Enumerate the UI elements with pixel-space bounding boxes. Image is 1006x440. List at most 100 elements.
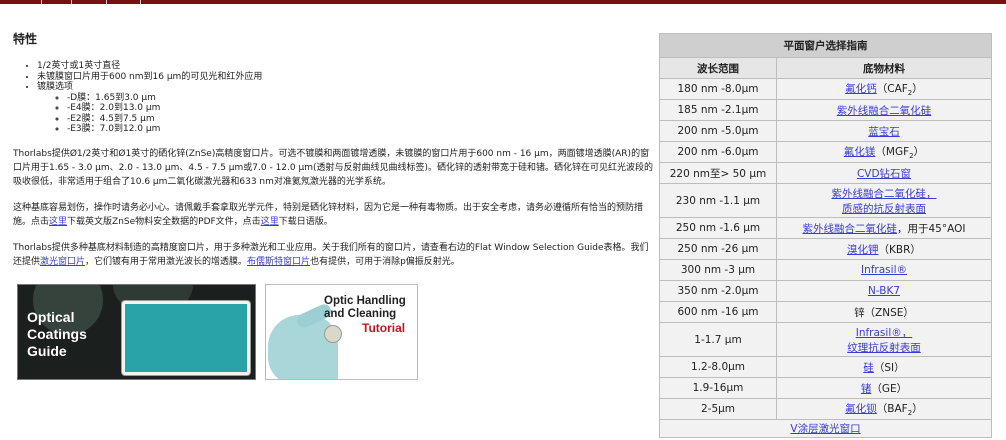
text: ，它们镀有用于常用激光波长的增透膜。 (85, 256, 248, 267)
substrate-link[interactable]: 硅 (863, 362, 874, 374)
table-row: 1-1.7 μm Infrasil®， 纹理抗反射表面 (659, 322, 992, 357)
table-row: 2-5μm 氟化钡（BAF2） (659, 398, 992, 420)
wavelength-range-cell: 200 nm -6.0μm (659, 141, 777, 163)
substrate-formula: ，用于45°AOI (897, 222, 966, 235)
substrate-formula: （GE） (871, 382, 908, 395)
windows-paragraph: Thorlabs提供多种基底材料制造的高精度窗口片，用于多种激光和工业应用。关于… (13, 241, 655, 269)
table-row: 600 nm -16 μm 锌（ZNSE） (659, 301, 992, 323)
substrate-formula: （MGF (875, 145, 910, 158)
substrate-cell: 硅（SI） (776, 356, 992, 378)
nav-tab[interactable] (41, 0, 50, 4)
substrate-formula-end: ） (912, 82, 923, 95)
substrate-cell: Infrasil® (776, 259, 992, 281)
wavelength-range-cell: 300 nm -3 μm (659, 259, 777, 281)
substrate-link[interactable]: N-BK7 (868, 285, 900, 297)
banner-title-line: Optic Handling (324, 295, 406, 307)
brewster-windows-link[interactable]: 布儒斯特窗口片 (247, 257, 310, 267)
nav-tab[interactable] (140, 0, 149, 4)
table-row: 350 nm -2.0μm N-BK7 (659, 280, 992, 302)
wavelength-range-cell: 220 nm至> 50 μm (659, 162, 777, 184)
substrate-text: 锌（ZNSE） (854, 306, 914, 319)
wavelength-range-cell: 1.9-16μm (659, 377, 777, 399)
guide-footer-cell: V涂层激光窗口 (659, 419, 992, 438)
overview-section: 特性 1/2英寸或1英寸直径 未镀膜窗口片用于600 nm到16 μm的可见光和… (13, 30, 655, 269)
substrate-cell: 锗（GE） (776, 377, 992, 399)
optical-coatings-guide-banner[interactable]: Optical Coatings Guide (17, 284, 256, 380)
coating-option: -E4膜：2.0到13.0 μm (67, 103, 655, 114)
substrate-link[interactable]: 紫外线融合二氧化硅 (837, 105, 932, 117)
substrate-link[interactable]: Infrasil®， (856, 327, 913, 339)
substrate-link[interactable]: 氟化钡 (845, 403, 877, 415)
table-row: 220 nm至> 50 μm CVD钻石窗 (659, 162, 992, 184)
substrate-cell: 锌（ZNSE） (776, 301, 992, 323)
substrate-link[interactable]: 紫外线融合二氧化硅， (832, 188, 937, 200)
coating-option: -D膜：1.65到3.0 μm (67, 93, 655, 104)
substrate-cell: 溴化钾（KBR） (776, 238, 992, 260)
wavelength-range-cell: 250 nm -26 μm (659, 238, 777, 260)
feature-item: 镀膜选项 -D膜：1.65到3.0 μm -E4膜：2.0到13.0 μm -E… (37, 82, 655, 135)
coating-option: -E2膜：4.5到7.5 μm (67, 114, 655, 125)
wavelength-range-cell: 250 nm -1.6 μm (659, 217, 777, 239)
features-list: 1/2英寸或1英寸直径 未镀膜窗口片用于600 nm到16 μm的可见光和红外应… (13, 61, 655, 135)
column-header-substrate: 底物材料 (776, 57, 992, 79)
coating-option: -E3膜：7.0到12.0 μm (67, 124, 655, 135)
v-coated-laser-windows-link[interactable]: V涂层激光窗口 (790, 423, 860, 435)
substrate-link[interactable]: 质感的抗反射表面 (842, 203, 926, 215)
wavelength-range-cell: 2-5μm (659, 398, 777, 420)
column-header-wavelength: 波长范围 (659, 57, 777, 79)
nav-tab[interactable] (106, 0, 115, 4)
description-paragraph: Thorlabs提供Ø1/2英寸和Ø1英寸的硒化锌(ZnSe)高精度窗口片。可选… (13, 148, 654, 187)
table-row: 180 nm -8.0μm 氟化钙（CAF2） (659, 78, 992, 100)
text: 也有提供，可用于消除p偏振反射光。 (310, 256, 460, 267)
top-nav-bar (0, 0, 1006, 4)
substrate-link[interactable]: 紫外线融合二氧化硅 (803, 223, 898, 235)
laser-windows-link[interactable]: 激光窗口片 (40, 257, 85, 267)
wavelength-range-cell: 185 nm -2.1μm (659, 99, 777, 121)
substrate-cell: 蓝宝石 (776, 120, 992, 142)
safety-paragraph: 这种基底容易划伤，操作时请务必小心。请佩戴手套拿取光学元件，特别是硒化锌材料，因… (13, 201, 655, 229)
substrate-link[interactable]: 纹理抗反射表面 (847, 342, 921, 354)
optic-handling-tutorial-banner[interactable]: Optic Handling and Cleaning Tutorial (265, 284, 418, 380)
substrate-cell: 紫外线融合二氧化硅 (776, 99, 992, 121)
wavelength-range-cell: 600 nm -16 μm (659, 301, 777, 323)
text: 下载英文版ZnSe物料安全数据的PDF文件，点击 (67, 216, 261, 227)
substrate-link[interactable]: CVD钻石窗 (857, 168, 911, 180)
wavelength-range-cell: 180 nm -8.0μm (659, 78, 777, 100)
text: 下载日语版。 (278, 216, 333, 227)
table-row: 1.9-16μm 锗（GE） (659, 377, 992, 399)
feature-item-label: 镀膜选项 (37, 82, 74, 92)
table-row: 250 nm -1.6 μm 紫外线融合二氧化硅，用于45°AOI (659, 217, 992, 239)
coating-options-list: -D膜：1.65到3.0 μm -E4膜：2.0到13.0 μm -E2膜：4.… (37, 93, 655, 135)
nav-tab[interactable] (71, 0, 80, 4)
banner-title-line: Guide (27, 343, 67, 359)
guide-rows: 180 nm -8.0μm 氟化钙（CAF2） 185 nm -2.1μm 紫外线融合… (659, 78, 992, 420)
english-msds-link[interactable]: 这里 (49, 217, 67, 227)
table-row: 185 nm -2.1μm 紫外线融合二氧化硅 (659, 99, 992, 121)
optic-disc-image (324, 325, 342, 343)
substrate-cell: N-BK7 (776, 280, 992, 302)
substrate-link[interactable]: 氟化镁 (844, 146, 876, 158)
flat-window-selection-guide: 平面窗户选择指南 波长范围 底物材料 180 nm -8.0μm 氟化钙（CAF2… (659, 33, 992, 438)
substrate-link[interactable]: 蓝宝石 (868, 126, 900, 138)
table-row: 200 nm -6.0μm 氟化镁（MGF2） (659, 141, 992, 163)
substrate-formula: （KBR） (878, 243, 921, 256)
substrate-link[interactable]: Infrasil® (861, 264, 907, 276)
guide-title: 平面窗户选择指南 (659, 33, 992, 58)
table-row: 200 nm -5.0μm 蓝宝石 (659, 120, 992, 142)
wavelength-range-cell: 230 nm -1.1 μm (659, 183, 777, 218)
banner-title-line: Coatings (27, 326, 87, 342)
banner-title-line: and Cleaning (324, 307, 397, 320)
table-row: 230 nm -1.1 μm 紫外线融合二氧化硅， 质感的抗反射表面 (659, 183, 992, 218)
feature-item: 1/2英寸或1英寸直径 (37, 61, 655, 72)
substrate-link[interactable]: 锗 (861, 383, 872, 395)
substrate-link[interactable]: 氟化钙 (845, 83, 877, 95)
substrate-formula-end: ） (912, 402, 923, 415)
banner-title: Optical Coatings Guide (27, 309, 87, 360)
feature-item: 未镀膜窗口片用于600 nm到16 μm的可见光和红外应用 (37, 72, 655, 83)
substrate-formula: （BAF (876, 402, 908, 415)
substrate-link[interactable]: 溴化钾 (847, 244, 879, 256)
substrate-cell: CVD钻石窗 (776, 162, 992, 184)
substrate-cell: 紫外线融合二氧化硅，用于45°AOI (776, 217, 992, 239)
substrate-cell: Infrasil®， 纹理抗反射表面 (776, 322, 992, 357)
japanese-msds-link[interactable]: 这里 (261, 217, 279, 227)
